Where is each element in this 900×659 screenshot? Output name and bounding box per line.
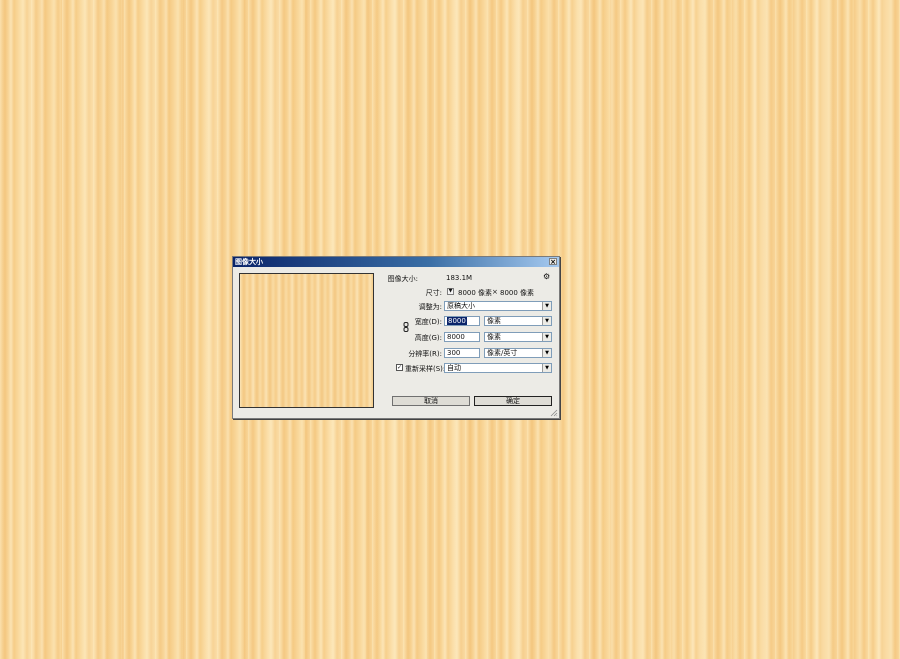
gear-icon[interactable]: ⚙ <box>543 273 550 281</box>
cancel-button[interactable]: 取消 <box>392 396 470 406</box>
chevron-down-icon: ▼ <box>542 302 551 310</box>
fit-to-select[interactable]: 原稿大小 ▼ <box>444 301 552 311</box>
resize-grip-icon[interactable] <box>550 409 558 417</box>
height-value: 8000 <box>447 333 465 341</box>
cancel-button-label: 取消 <box>424 397 438 405</box>
close-icon: × <box>550 258 556 266</box>
resolution-value: 300 <box>447 349 461 357</box>
resolution-unit-select[interactable]: 像素/英寸 ▼ <box>484 348 552 358</box>
resample-select[interactable]: 自动 ▼ <box>444 363 552 373</box>
image-size-label: 图像大小: <box>387 275 418 283</box>
fit-to-value: 原稿大小 <box>447 302 475 310</box>
resolution-input[interactable]: 300 <box>444 348 480 358</box>
width-input[interactable]: 8000 <box>444 316 480 326</box>
chevron-down-icon: ▼ <box>542 364 551 372</box>
dimensions-height-value: 8000 像素 <box>500 289 535 297</box>
height-unit-select[interactable]: 像素 ▼ <box>484 332 552 342</box>
chevron-down-icon: ▼ <box>542 317 551 325</box>
height-input[interactable]: 8000 <box>444 332 480 342</box>
dimensions-dropdown-button[interactable]: ▼ <box>447 288 454 295</box>
dimensions-label: 尺寸: <box>425 289 442 297</box>
chevron-down-icon: ▼ <box>542 349 551 357</box>
image-size-dialog: 图像大小 × 图像大小: 183.1M ⚙ 尺寸: ▼ 8000 像素 × 80… <box>232 256 560 419</box>
resolution-unit-value: 像素/英寸 <box>487 349 518 357</box>
checkmark-icon: ✓ <box>397 364 403 371</box>
dialog-titlebar[interactable]: 图像大小 × <box>233 257 559 267</box>
resolution-label: 分辨率(R): <box>408 350 442 358</box>
image-preview[interactable] <box>239 273 374 408</box>
chevron-down-icon: ▼ <box>448 288 453 294</box>
fit-to-label: 调整为: <box>418 303 442 311</box>
resample-value: 自动 <box>447 364 461 372</box>
height-unit-value: 像素 <box>487 333 501 341</box>
resample-checkbox[interactable]: ✓ <box>396 364 403 371</box>
width-label: 宽度(D): <box>414 318 442 326</box>
dimensions-width-value: 8000 像素 <box>458 289 493 297</box>
height-label: 高度(G): <box>414 334 442 342</box>
ok-button-label: 确定 <box>506 397 520 405</box>
chevron-down-icon: ▼ <box>542 333 551 341</box>
image-size-value: 183.1M <box>446 274 473 282</box>
ok-button[interactable]: 确定 <box>474 396 552 406</box>
width-unit-select[interactable]: 像素 ▼ <box>484 316 552 326</box>
resample-label: 重新采样(S): <box>405 365 446 373</box>
dialog-title: 图像大小 <box>235 258 263 266</box>
close-button[interactable]: × <box>549 258 557 266</box>
dimensions-times: × <box>492 288 498 296</box>
width-unit-value: 像素 <box>487 317 501 325</box>
width-value: 8000 <box>447 317 467 325</box>
